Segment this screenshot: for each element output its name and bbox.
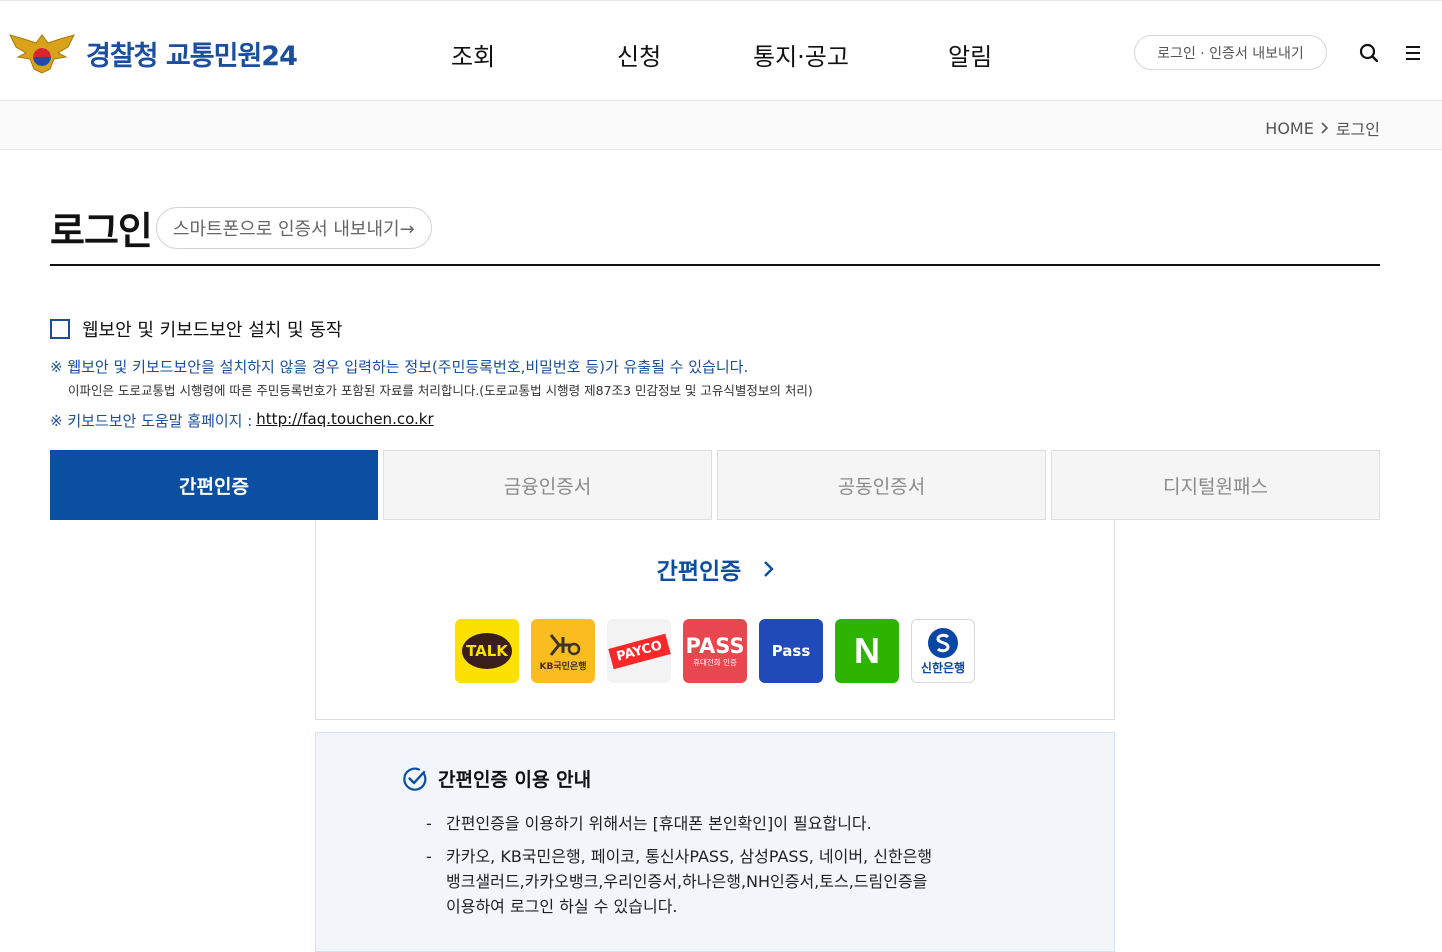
guide-item: - 간편인증을 이용하기 위해서는 [휴대폰 본인확인]이 필요합니다. — [426, 811, 872, 836]
kb-label: KB국민은행 — [539, 661, 587, 672]
page-title: 로그인 — [50, 209, 153, 253]
security-checkbox[interactable] — [50, 319, 70, 339]
nav-item-notice[interactable]: 통지·공고 — [753, 37, 849, 72]
pass-telecom-icon[interactable]: PASS 휴대전화 인증 — [683, 619, 747, 683]
title-divider — [50, 264, 1380, 266]
tab-simple-auth[interactable]: 간편인증 — [50, 450, 378, 520]
simple-auth-panel: 간편인증 TALK KB국민은행 PAYCO PASS 휴대전화 인증 Pass… — [315, 520, 1115, 720]
guide-title-row: 간편인증 이용 안내 — [402, 765, 591, 792]
naver-label: N — [854, 630, 880, 671]
payco-icon[interactable]: PAYCO — [607, 619, 671, 683]
naver-icon[interactable]: N — [835, 619, 899, 683]
check-circle-icon — [403, 767, 427, 791]
guide-item-text-line2: 뱅크샐러드,카카오뱅크,우리인증서,하나은행,NH인증서,토스,드림인증을 — [446, 872, 928, 891]
kb-bank-icon[interactable]: KB국민은행 — [531, 619, 595, 683]
tab-digital-onepass[interactable]: 디지털원패스 — [1051, 450, 1380, 520]
breadcrumb-bar: HOME 로그인 — [0, 101, 1442, 150]
keyboard-help-notice: ※ 키보드보안 도움말 홈페이지 : http://faq.touchen.co… — [50, 410, 434, 431]
police-emblem-icon — [9, 34, 75, 74]
tab-financial-cert[interactable]: 금융인증서 — [383, 450, 712, 520]
payco-label: PAYCO — [607, 633, 671, 669]
pass-sub-label: 휴대전화 인증 — [693, 657, 737, 667]
nav-item-alerts[interactable]: 알림 — [948, 37, 992, 72]
keyboard-help-link[interactable]: http://faq.touchen.co.kr — [256, 410, 433, 431]
guide-item: - 카카오, KB국민은행, 페이코, 통신사PASS, 삼성PASS, 네이버… — [426, 844, 932, 919]
site-logo[interactable]: 경찰청 교통민원24 — [6, 29, 298, 77]
breadcrumb: HOME 로그인 — [1265, 116, 1380, 140]
samsung-pass-icon[interactable]: Pass — [759, 619, 823, 683]
security-checkbox-label: 웹보안 및 키보드보안 설치 및 동작 — [82, 320, 343, 341]
shinhan-bank-icon[interactable]: 신한은행 — [911, 619, 975, 683]
guide-title: 간편인증 이용 안내 — [438, 769, 592, 791]
shinhan-label: 신한은행 — [920, 660, 966, 675]
chevron-right-icon — [764, 561, 775, 577]
guide-item-text: 간편인증을 이용하기 위해서는 [휴대폰 본인확인]이 필요합니다. — [446, 814, 872, 833]
pass-label: PASS — [685, 633, 745, 658]
security-notice: ※ 웹보안 및 키보드보안을 설치하지 않을 경우 입력하는 정보(주민등록번호… — [50, 358, 749, 376]
cert-export-button[interactable]: 로그인 · 인증서 내보내기 — [1134, 35, 1327, 70]
site-header: 경찰청 교통민원24 조회 신청 통지·공고 알림 로그인 · 인증서 내보내기 — [0, 0, 1442, 101]
menu-icon[interactable] — [1402, 42, 1424, 64]
breadcrumb-current: 로그인 — [1335, 120, 1380, 139]
kb-star-icon — [549, 633, 581, 656]
simple-auth-link[interactable]: 간편인증 — [316, 552, 1116, 586]
guide-item-text: 카카오, KB국민은행, 페이코, 통신사PASS, 삼성PASS, 네이버, … — [446, 847, 933, 866]
breadcrumb-home[interactable]: HOME — [1265, 119, 1314, 138]
guide-item-text-line3: 이용하여 로그인 하실 수 있습니다. — [446, 897, 678, 916]
privacy-notice: 이파인은 도로교통법 시행령에 따른 주민등록번호가 포함된 자료를 처리합니다… — [68, 383, 813, 398]
logo-text: 경찰청 교통민원24 — [86, 40, 298, 72]
kakao-icon[interactable]: TALK — [455, 619, 519, 683]
security-checkbox-row[interactable]: 웹보안 및 키보드보안 설치 및 동작 — [50, 316, 342, 342]
search-icon[interactable] — [1358, 42, 1380, 64]
nav-item-application[interactable]: 신청 — [617, 37, 661, 72]
page-title-row: 로그인 스마트폰으로 인증서 내보내기→ — [50, 200, 432, 255]
simple-auth-guide: 간편인증 이용 안내 - 간편인증을 이용하기 위해서는 [휴대폰 본인확인]이 … — [315, 732, 1115, 952]
provider-list: TALK KB국민은행 PAYCO PASS 휴대전화 인증 Pass N 신한… — [455, 619, 975, 683]
keyboard-help-label: ※ 키보드보안 도움말 홈페이지 : — [50, 412, 253, 430]
chevron-right-icon — [1321, 122, 1328, 134]
samsung-pass-label: Pass — [771, 642, 811, 660]
nav-item-inquiry[interactable]: 조회 — [451, 37, 495, 72]
simple-auth-heading: 간편인증 — [656, 559, 742, 585]
kakao-label: TALK — [462, 633, 512, 669]
tab-joint-cert[interactable]: 공동인증서 — [717, 450, 1046, 520]
shinhan-logo-icon — [928, 627, 958, 658]
phone-cert-export-button[interactable]: 스마트폰으로 인증서 내보내기→ — [155, 206, 432, 249]
